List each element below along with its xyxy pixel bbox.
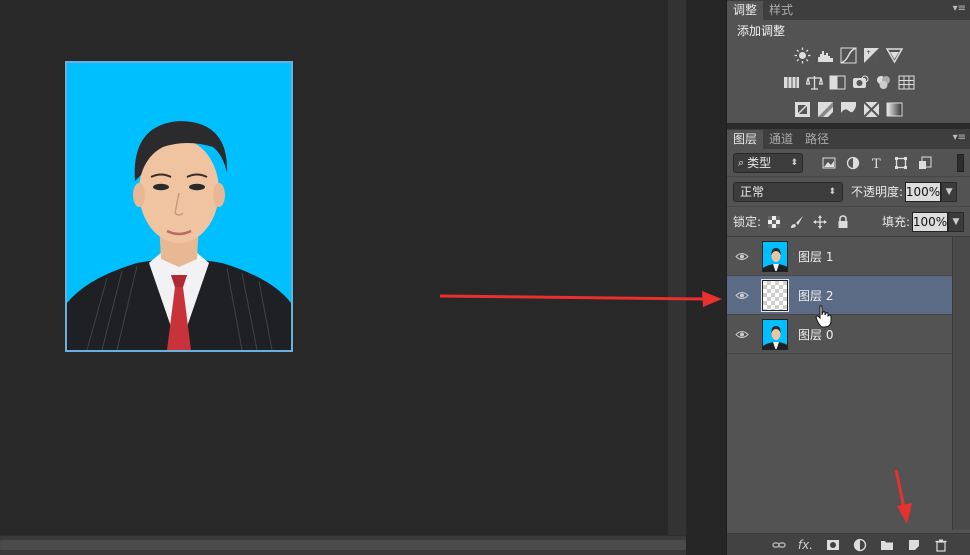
chevron-updown-icon: ⬍ bbox=[828, 186, 836, 197]
hue-saturation-icon[interactable] bbox=[783, 74, 800, 91]
opacity-label: 不透明度: bbox=[851, 185, 904, 199]
tab-paths[interactable]: 路径 bbox=[799, 130, 835, 149]
layer-filter-row: ⌕ 类型 ⬍ T bbox=[727, 149, 970, 177]
smart-object-filter-icon[interactable] bbox=[917, 155, 933, 171]
panel-dock-gap bbox=[686, 0, 726, 555]
fx-icon[interactable]: fx. bbox=[797, 537, 814, 553]
canvas-horizontal-scrollbar[interactable] bbox=[0, 535, 686, 555]
brightness-contrast-icon[interactable] bbox=[794, 47, 811, 64]
lock-position-icon[interactable] bbox=[813, 214, 828, 229]
black-white-icon[interactable] bbox=[829, 74, 846, 91]
blend-opacity-row: 正常 ⬍ 不透明度: 100% ▼ bbox=[727, 177, 970, 207]
filter-kind-select[interactable]: ⌕ 类型 ⬍ bbox=[733, 152, 803, 173]
panel-menu-icon[interactable]: ▾≡ bbox=[953, 3, 966, 14]
fill-dropdown-icon[interactable]: ▼ bbox=[948, 211, 964, 232]
threshold-icon[interactable] bbox=[840, 101, 857, 118]
adjustment-icons-row-2 bbox=[727, 69, 970, 96]
new-group-icon[interactable] bbox=[878, 537, 895, 553]
posterize-icon[interactable] bbox=[817, 101, 834, 118]
layer-thumbnail bbox=[762, 318, 788, 350]
tab-channels[interactable]: 通道 bbox=[763, 130, 799, 149]
shape-filter-icon[interactable] bbox=[893, 155, 909, 171]
filter-kind-value: 类型 bbox=[747, 156, 772, 170]
vibrance-icon[interactable] bbox=[886, 47, 903, 64]
scrollbar-thumb[interactable] bbox=[0, 540, 686, 550]
opacity-field[interactable]: 100% bbox=[905, 181, 942, 202]
lock-icons bbox=[767, 214, 850, 229]
layer-name[interactable]: 图层 1 bbox=[798, 248, 833, 265]
color-balance-icon[interactable] bbox=[805, 74, 823, 91]
selective-color-icon[interactable] bbox=[863, 101, 880, 118]
invert-icon[interactable] bbox=[794, 101, 811, 118]
new-layer-icon[interactable] bbox=[905, 537, 922, 553]
layer-row-3[interactable]: 图层 0 bbox=[727, 315, 970, 354]
fill-field[interactable]: 100% bbox=[912, 211, 948, 232]
svg-text:T: T bbox=[872, 157, 881, 170]
add-mask-icon[interactable] bbox=[824, 537, 841, 553]
visibility-eye-icon[interactable] bbox=[727, 291, 757, 300]
portrait-graphic bbox=[67, 63, 291, 350]
layers-panel-menu-icon[interactable]: ▾≡ bbox=[953, 132, 966, 143]
layers-tabbar: 图层 通道 路径 ▾≡ bbox=[727, 129, 970, 149]
adjustments-tabbar: 调整 样式 ▾≡ bbox=[727, 0, 970, 20]
layer-thumbnail bbox=[762, 240, 788, 272]
search-icon: ⌕ bbox=[738, 155, 745, 169]
layer-thumbnail-transparent bbox=[761, 278, 789, 312]
id-photo-image bbox=[65, 61, 293, 352]
right-panel-dock: 调整 样式 ▾≡ 添加调整 + 图层 通道 路径 ▾≡ ⌕ 类型 ⬍ T 正常 … bbox=[726, 0, 970, 555]
layers-bottom-toolbar: fx. bbox=[727, 533, 970, 555]
tab-adjustments[interactable]: 调整 bbox=[727, 1, 764, 20]
layer-row-2[interactable]: 图层 2 bbox=[727, 276, 970, 315]
photo-filter-icon[interactable] bbox=[852, 74, 869, 91]
fill-label: 填充: bbox=[881, 215, 910, 229]
opacity-dropdown-icon[interactable]: ▼ bbox=[941, 181, 958, 202]
adjustment-layer-icon[interactable] bbox=[851, 537, 868, 553]
document-canvas[interactable] bbox=[0, 0, 668, 535]
gradient-map-icon[interactable] bbox=[886, 101, 903, 118]
chevron-updown-icon: ⬍ bbox=[790, 157, 798, 168]
delete-layer-icon[interactable] bbox=[932, 537, 949, 553]
pixel-filter-icon[interactable] bbox=[821, 155, 837, 171]
add-adjustment-title: 添加调整 bbox=[737, 24, 786, 38]
adjustment-filter-icon[interactable] bbox=[845, 155, 861, 171]
layer-list: 图层 1 图层 2 图层 0 bbox=[727, 237, 970, 530]
filter-icons: T bbox=[821, 155, 933, 171]
lock-image-pixels-icon[interactable] bbox=[790, 215, 804, 229]
adjustment-icons-row-3 bbox=[727, 96, 970, 123]
lock-fill-row: 锁定: 填充: 100% ▼ bbox=[727, 207, 970, 237]
visibility-eye-icon[interactable] bbox=[727, 330, 757, 339]
color-lookup-icon[interactable] bbox=[898, 74, 915, 91]
svg-text:+: + bbox=[866, 49, 871, 56]
visibility-eye-icon[interactable] bbox=[727, 252, 757, 261]
layer-row-1[interactable]: 图层 1 bbox=[727, 237, 970, 276]
lock-all-icon[interactable] bbox=[836, 214, 850, 229]
blend-mode-value: 正常 bbox=[740, 185, 765, 199]
filter-toggle-switch[interactable] bbox=[957, 153, 964, 172]
layer-name[interactable]: 图层 0 bbox=[798, 326, 833, 343]
tab-styles[interactable]: 样式 bbox=[763, 1, 799, 20]
levels-icon[interactable] bbox=[817, 47, 834, 64]
channel-mixer-icon[interactable] bbox=[875, 74, 892, 91]
layers-vertical-scrollbar[interactable] bbox=[952, 237, 970, 530]
lock-label: 锁定: bbox=[733, 215, 762, 229]
exposure-icon[interactable]: + bbox=[863, 47, 880, 64]
adjustment-icons-row-1: + bbox=[727, 42, 970, 69]
type-filter-icon[interactable]: T bbox=[869, 155, 885, 171]
curves-icon[interactable] bbox=[840, 47, 857, 64]
lock-transparent-pixels-icon[interactable] bbox=[767, 215, 781, 229]
tab-layers[interactable]: 图层 bbox=[727, 130, 764, 149]
layer-name[interactable]: 图层 2 bbox=[798, 287, 833, 304]
link-layers-icon[interactable] bbox=[770, 537, 787, 553]
canvas-vertical-scrollbar[interactable] bbox=[668, 0, 686, 535]
blend-mode-select[interactable]: 正常 ⬍ bbox=[733, 181, 843, 202]
